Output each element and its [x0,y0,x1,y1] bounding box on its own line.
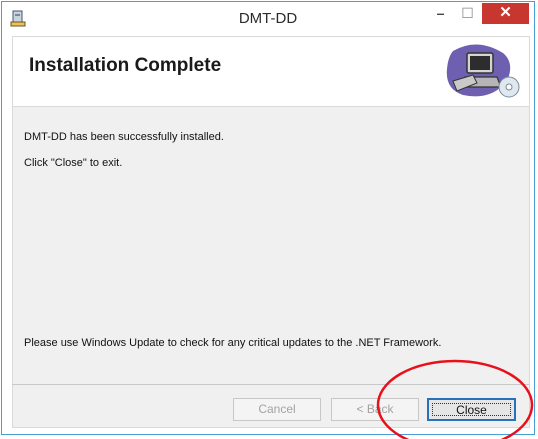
exit-instruction: Click "Close" to exit. [24,157,123,169]
installer-window: DMT-DD – ☐ ✕ Installation Complete DMT-D… [1,1,535,435]
page-title: Installation Complete [29,55,222,76]
computer-disc-icon [446,44,520,98]
update-notice: Please use Windows Update to check for a… [24,337,442,349]
focus-rect [432,403,511,416]
content-panel: DMT-DD has been successfully installed. … [12,106,530,384]
back-button[interactable]: < Back [331,398,419,421]
close-window-button[interactable]: ✕ [482,3,529,24]
maximize-button[interactable]: ☐ [454,3,481,23]
minimize-button[interactable]: – [427,3,454,23]
title-bar: DMT-DD – ☐ ✕ [2,2,534,34]
cancel-button[interactable]: Cancel [233,398,321,421]
close-button[interactable]: Close [427,398,516,421]
header-banner: Installation Complete [12,36,530,106]
success-message: DMT-DD has been successfully installed. [24,131,224,143]
button-bar: Cancel < Back Close [12,384,530,428]
